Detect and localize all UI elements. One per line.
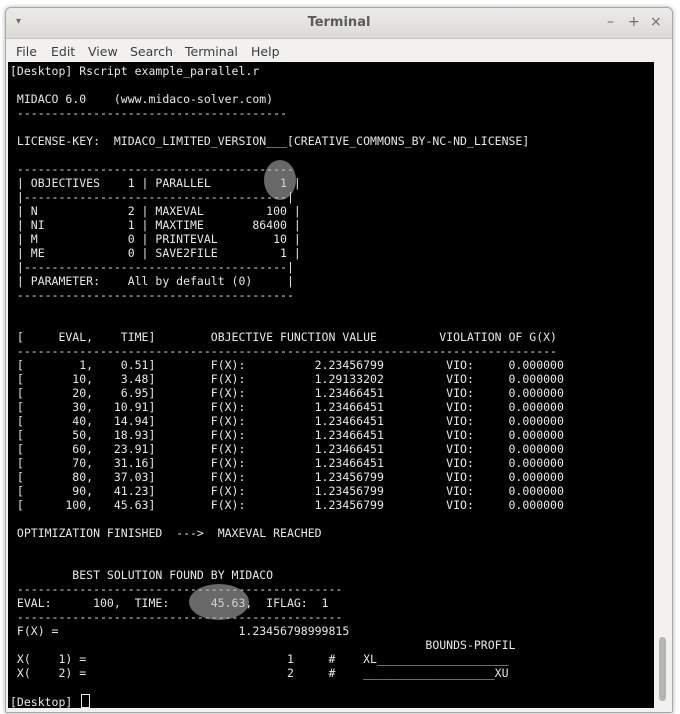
terminal-line: |--------------------------------------| <box>10 260 294 274</box>
terminal-line: [ 80, 37.03] F(X): 1.23456799 VIO: 0.000… <box>10 470 564 484</box>
menu-help[interactable]: Help <box>251 44 280 59</box>
text-cursor <box>81 694 91 708</box>
terminal-line: [ 1, 0.51] F(X): 2.23456799 VIO: 0.00000… <box>10 358 564 372</box>
terminal-line: [ 40, 14.94] F(X): 1.23466451 VIO: 0.000… <box>10 414 564 428</box>
terminal-line: BEST SOLUTION FOUND BY MIDACO <box>10 568 274 582</box>
terminal-line: MIDACO 6.0 (www.midaco-solver.com) <box>10 92 274 106</box>
terminal-output-area[interactable]: [Desktop] Rscript example_parallel.r MID… <box>8 62 654 708</box>
terminal-line: --------------------------------------- <box>10 106 287 120</box>
maximize-icon[interactable]: + <box>628 15 640 29</box>
terminal-line: [ 30, 10.91] F(X): 1.23466451 VIO: 0.000… <box>10 400 564 414</box>
terminal-line: | ME 0 | SAVE2FILE 1 | <box>10 246 301 260</box>
terminal-line: F(X) = 1.23456798999815 <box>10 624 350 638</box>
terminal-text: [Desktop] Rscript example_parallel.r MID… <box>10 64 564 708</box>
terminal-line: [ EVAL, TIME] OBJECTIVE FUNCTION VALUE V… <box>10 330 557 344</box>
terminal-scrollbar[interactable] <box>656 62 670 708</box>
terminal-line: [ 70, 31.16] F(X): 1.23466451 VIO: 0.000… <box>10 456 564 470</box>
title-bar[interactable]: ▾ Terminal – + × <box>6 8 672 39</box>
menu-terminal[interactable]: Terminal <box>185 44 238 59</box>
scrollbar-thumb[interactable] <box>659 637 666 701</box>
terminal-line: [ 50, 18.93] F(X): 1.23466451 VIO: 0.000… <box>10 428 564 442</box>
terminal-window: ▾ Terminal – + × File Edit View Search T… <box>5 7 673 713</box>
terminal-line: [ 20, 6.95] F(X): 1.23466451 VIO: 0.0000… <box>10 386 564 400</box>
terminal-line: [ 100, 45.63] F(X): 1.23456799 VIO: 0.00… <box>10 498 564 512</box>
terminal-line: [ 10, 3.48] F(X): 1.29133202 VIO: 0.0000… <box>10 372 564 386</box>
terminal-line: ----------------------------------------… <box>10 582 343 596</box>
menu-search[interactable]: Search <box>130 44 173 59</box>
shell-prompt: [Desktop] <box>10 695 80 708</box>
time-value-highlight <box>189 584 249 620</box>
terminal-line: LICENSE-KEY: MIDACO_LIMITED_VERSION___[C… <box>10 134 530 148</box>
terminal-line: | NI 1 | MAXTIME 86400 | <box>10 218 301 232</box>
parallel-value-highlight <box>264 160 296 200</box>
terminal-line: [ 60, 23.91] F(X): 1.23466451 VIO: 0.000… <box>10 442 564 456</box>
terminal-line: EVAL: 100, TIME: 45.63, IFLAG: 1 <box>10 596 329 610</box>
terminal-line: X( 2) = 2 # ___________________XU <box>10 666 509 680</box>
terminal-line: | N 2 | MAXEVAL 100 | <box>10 204 301 218</box>
menu-file[interactable]: File <box>16 44 37 59</box>
terminal-line: X( 1) = 1 # XL___________________ <box>10 652 509 666</box>
terminal-line: ----------------------------------------… <box>10 344 557 358</box>
terminal-line: | OBJECTIVES 1 | PARALLEL 1 | <box>10 176 301 190</box>
terminal-line: ----------------------------------------… <box>10 610 343 624</box>
menu-edit[interactable]: Edit <box>51 44 75 59</box>
terminal-line: [ 90, 41.23] F(X): 1.23456799 VIO: 0.000… <box>10 484 564 498</box>
close-icon[interactable]: × <box>650 15 662 29</box>
terminal-line: | M 0 | PRINTEVAL 10 | <box>10 232 301 246</box>
terminal-line: ---------------------------------------- <box>10 288 294 302</box>
terminal-line: |--------------------------------------| <box>10 190 294 204</box>
minimize-icon[interactable]: – <box>607 15 614 29</box>
menu-view[interactable]: View <box>88 44 118 59</box>
terminal-line: OPTIMIZATION FINISHED ---> MAXEVAL REACH… <box>10 526 322 540</box>
terminal-line: [Desktop] Rscript example_parallel.r <box>10 64 260 78</box>
menu-bar: File Edit View Search Terminal Help <box>6 39 672 61</box>
terminal-line: | PARAMETER: All by default (0) | <box>10 274 294 288</box>
terminal-line: BOUNDS-PROFIL <box>10 638 516 652</box>
terminal-line: ---------------------------------------- <box>10 162 294 176</box>
window-title: Terminal <box>307 15 371 30</box>
